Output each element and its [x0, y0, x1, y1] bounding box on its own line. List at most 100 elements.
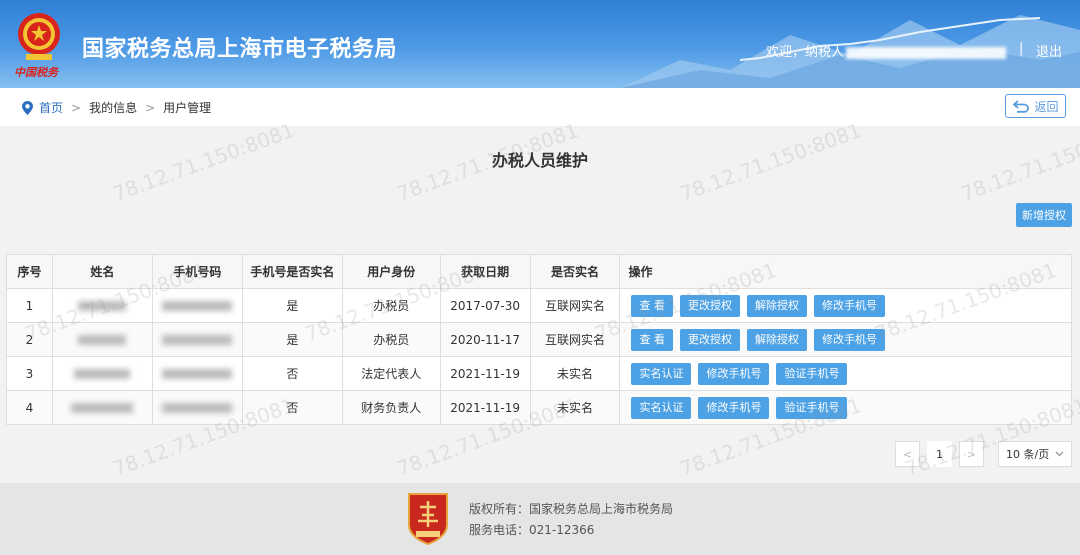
top-header: 中国税务 国家税务总局上海市电子税务局 欢迎，纳税人 | 退出 [0, 0, 1080, 88]
realname-verify-button[interactable]: 实名认证 [631, 396, 692, 419]
change-authorization-button[interactable]: 更改授权 [679, 328, 740, 351]
table-row: 4 否 财务负责人 2021-11-19 未实名 实名认证 修改手机号 验证手机号 [6, 390, 1072, 425]
cell-phone-verified: 否 [241, 356, 343, 391]
masked-name [78, 335, 127, 345]
modify-phone-button[interactable]: 修改手机号 [813, 294, 885, 317]
masked-phone [162, 369, 233, 379]
breadcrumb-separator: > [145, 100, 156, 115]
cell-actions: 实名认证 修改手机号 验证手机号 [619, 356, 1072, 391]
masked-name [74, 369, 131, 379]
realname-verify-button[interactable]: 实名认证 [631, 362, 692, 385]
cell-date: 2021-11-19 [439, 390, 531, 425]
chevron-down-icon [1055, 451, 1064, 457]
change-authorization-button[interactable]: 更改授权 [679, 294, 740, 317]
page-footer: 版权所有：国家税务总局上海市税务局 服务电话：021-12366 [0, 483, 1080, 555]
cell-phone-verified: 否 [241, 390, 343, 425]
breadcrumb-item-user-management: 用户管理 [163, 101, 212, 115]
cell-phone-masked [151, 390, 243, 425]
cell-index: 3 [6, 356, 53, 391]
cell-role: 办税员 [341, 288, 441, 323]
masked-name [71, 403, 134, 413]
cell-realname: 互联网实名 [529, 322, 621, 357]
page-size-select[interactable]: 10 条/页 [998, 441, 1072, 467]
view-button[interactable]: 查 看 [631, 328, 673, 351]
masked-name [78, 301, 127, 311]
cell-phone-verified: 是 [241, 288, 343, 323]
col-header-role: 用户身份 [341, 254, 441, 289]
logout-link[interactable]: 退出 [1036, 41, 1062, 60]
cell-realname: 互联网实名 [529, 288, 621, 323]
back-button[interactable]: 返回 [1005, 94, 1066, 118]
welcome-label: 欢迎，纳税人 [766, 45, 845, 60]
pagination-page-1[interactable]: 1 [927, 441, 952, 467]
breadcrumb-separator: > [71, 100, 82, 115]
cell-role: 法定代表人 [341, 356, 441, 391]
revoke-authorization-button[interactable]: 解除授权 [746, 294, 807, 317]
breadcrumb-item-my-info[interactable]: 我的信息 [89, 99, 137, 116]
emblem-caption: 中国税务 [14, 66, 58, 79]
header-separator: | [1019, 41, 1024, 56]
masked-taxpayer-id [846, 46, 1007, 59]
page-size-value: 10 条/页 [1006, 448, 1050, 461]
cell-date: 2021-11-19 [439, 356, 531, 391]
col-header-actions: 操作 [619, 254, 1072, 289]
cell-role: 财务负责人 [341, 390, 441, 425]
modify-phone-button[interactable]: 修改手机号 [698, 396, 770, 419]
breadcrumb-bar: 首页 > 我的信息 > 用户管理 返回 [0, 88, 1080, 126]
tax-shield-logo-icon [408, 493, 448, 545]
cell-name-masked [51, 322, 153, 357]
site-title: 国家税务总局上海市电子税务局 [82, 37, 398, 62]
pagination-prev-button[interactable]: < [895, 441, 920, 467]
cell-actions: 实名认证 修改手机号 验证手机号 [619, 390, 1072, 425]
footer-service-phone: 服务电话：021-12366 [469, 523, 595, 537]
cell-phone-verified: 是 [241, 322, 343, 357]
cell-realname: 未实名 [529, 390, 621, 425]
pagination-next-button[interactable]: > [959, 441, 984, 467]
col-header-index: 序号 [6, 254, 53, 289]
add-authorization-button[interactable]: 新增授权 [1016, 203, 1072, 227]
masked-phone [162, 335, 233, 345]
welcome-text: 欢迎，纳税人 [766, 41, 1007, 60]
masked-phone [162, 301, 233, 311]
cell-name-masked [51, 288, 153, 323]
cell-phone-masked [151, 356, 243, 391]
table-header-row: 序号 姓名 手机号码 手机号是否实名 用户身份 获取日期 是否实名 操作 [6, 254, 1072, 289]
cell-date: 2017-07-30 [439, 288, 531, 323]
cell-phone-masked [151, 322, 243, 357]
breadcrumb: 首页 > 我的信息 > 用户管理 [22, 99, 211, 116]
back-button-label: 返回 [1034, 99, 1059, 114]
col-header-realname: 是否实名 [529, 254, 621, 289]
cell-name-masked [51, 356, 153, 391]
cell-name-masked [51, 390, 153, 425]
col-header-phone: 手机号码 [151, 254, 243, 289]
modify-phone-button[interactable]: 修改手机号 [698, 362, 770, 385]
table-row: 2 是 办税员 2020-11-17 互联网实名 查 看更改授权 解除授权 修改手机… [6, 322, 1072, 357]
verify-phone-button[interactable]: 验证手机号 [776, 362, 848, 385]
return-arrow-icon [1013, 100, 1030, 113]
tax-emblem-icon [18, 13, 60, 60]
cell-role: 办税员 [341, 322, 441, 357]
footer-copyright: 版权所有：国家税务总局上海市税务局 [469, 502, 674, 516]
table-row: 3 否 法定代表人 2021-11-19 未实名 实名认证 修改手机号 验证手机号 [6, 356, 1072, 391]
view-button[interactable]: 查 看 [631, 294, 673, 317]
table-row: 1 是 办税员 2017-07-30 互联网实名 查 看更改授权 解除授权 修改手机… [6, 288, 1072, 323]
cell-index: 1 [6, 288, 53, 323]
page-title: 办税人员维护 [491, 151, 588, 170]
masked-phone [162, 403, 233, 413]
cell-actions: 查 看更改授权 解除授权 修改手机号 [619, 288, 1072, 323]
verify-phone-button[interactable]: 验证手机号 [776, 396, 848, 419]
cell-realname: 未实名 [529, 356, 621, 391]
modify-phone-button[interactable]: 修改手机号 [813, 328, 885, 351]
cell-date: 2020-11-17 [439, 322, 531, 357]
breadcrumb-home-link[interactable]: 首页 [39, 99, 63, 116]
cell-index: 4 [6, 390, 53, 425]
revoke-authorization-button[interactable]: 解除授权 [746, 328, 807, 351]
tax-staff-table: 序号 姓名 手机号码 手机号是否实名 用户身份 获取日期 是否实名 操作 1 是… [6, 254, 1072, 425]
location-pin-icon [22, 100, 33, 115]
cell-actions: 查 看更改授权 解除授权 修改手机号 [619, 322, 1072, 357]
col-header-date: 获取日期 [439, 254, 531, 289]
col-header-name: 姓名 [51, 254, 153, 289]
cell-index: 2 [6, 322, 53, 357]
col-header-phone-verified: 手机号是否实名 [241, 254, 343, 289]
cell-phone-masked [151, 288, 243, 323]
